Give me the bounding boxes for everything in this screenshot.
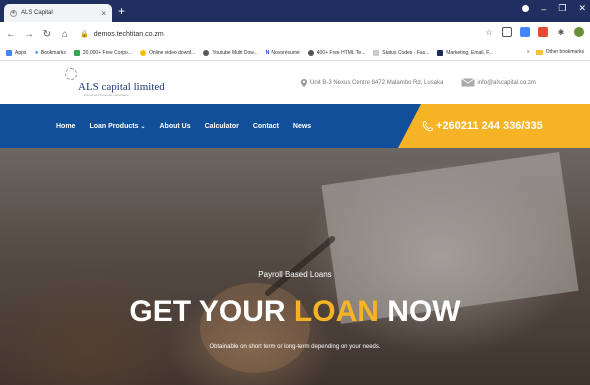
- site-header: ALS capital limited Payroll and Financia…: [0, 61, 590, 104]
- hero-title-part2: NOW: [378, 295, 461, 328]
- bookmark-icon: [373, 50, 380, 56]
- minimize-icon[interactable]: –: [541, 4, 546, 14]
- bookmark-item[interactable]: N Novorésumé: [266, 50, 300, 56]
- bookmark-item[interactable]: 400+ Free HTML Te...: [307, 50, 366, 56]
- bookmarks-bar: Apps ★ Bookmarks 20,000+ Free Corpo... O…: [0, 46, 590, 61]
- close-tab-icon[interactable]: ×: [101, 9, 106, 18]
- hero-title-accent: LOAN: [293, 295, 379, 328]
- nav-loan-products-label: Loan Products: [89, 122, 139, 130]
- bookmark-item[interactable]: Youtube Multi Dow...: [203, 50, 258, 56]
- location-pin-icon: [300, 78, 308, 87]
- chevron-down-icon: ⌄: [140, 123, 146, 130]
- nav-contact[interactable]: Contact: [253, 123, 279, 130]
- extension-icon[interactable]: [502, 27, 512, 37]
- nav-home[interactable]: Home: [56, 123, 75, 130]
- bookmark-label: 400+ Free HTML Te...: [316, 50, 366, 56]
- bookmark-label: Youtube Multi Dow...: [212, 50, 258, 56]
- avatar-icon[interactable]: [574, 27, 584, 37]
- address-text: Unit B-3 Nexus Centre 8472 Malambo Rd, L…: [310, 79, 444, 86]
- browser-tab[interactable]: ✳ ALS Capital ×: [4, 4, 112, 22]
- extension-icon[interactable]: [520, 27, 530, 37]
- nav-calculator[interactable]: Calculator: [205, 123, 239, 130]
- profile-icon[interactable]: [522, 5, 530, 12]
- forward-icon[interactable]: →: [24, 29, 34, 40]
- novoresume-icon: N: [265, 50, 270, 56]
- nav-about[interactable]: About Us: [160, 123, 191, 130]
- logo-mark-icon: [65, 68, 77, 80]
- bookmark-star-icon[interactable]: ☆: [484, 27, 494, 37]
- bookmark-item[interactable]: 20,000+ Free Corpo...: [73, 50, 132, 56]
- bookmark-apps[interactable]: Apps: [6, 50, 26, 56]
- bookmark-label: 20,000+ Free Corpo...: [82, 50, 132, 56]
- email-link[interactable]: info@alscapital.co.zm: [477, 80, 535, 86]
- window-controls: – ❐ ✕: [522, 3, 586, 14]
- url-text: demos.techtitan.co.zm: [93, 30, 164, 38]
- nav-items: Home Loan Products ⌄ About Us Calculator…: [56, 104, 325, 148]
- close-window-icon[interactable]: ✕: [578, 3, 586, 14]
- hero-description: Obtainable on short term or long-term de…: [209, 344, 381, 350]
- extensions: ☆ ✱: [484, 27, 584, 37]
- bookmark-item[interactable]: Marketing, Email, F...: [437, 50, 493, 56]
- lock-icon: 🔒: [80, 31, 89, 38]
- bookmark-icon: [73, 50, 80, 56]
- favicon-icon: ✳: [10, 9, 17, 17]
- hero-banner: Payroll Based Loans GET YOUR LOAN NOW Ob…: [0, 148, 590, 385]
- logo-subtitle: Payroll and Financial Consultants: [84, 93, 129, 97]
- home-icon[interactable]: ⌂: [60, 29, 70, 40]
- nav-news[interactable]: News: [293, 123, 311, 130]
- hero-subtitle: Payroll Based Loans: [258, 270, 332, 279]
- hero-title: GET YOUR LOAN NOW: [0, 295, 590, 329]
- contact-info: Unit B-3 Nexus Centre 8472 Malambo Rd, L…: [300, 78, 536, 87]
- apps-icon: [6, 50, 12, 56]
- bookmarks-overflow: » Other bookmarks: [527, 49, 584, 55]
- bookmark-bookmarks[interactable]: ★ Bookmarks: [34, 50, 66, 56]
- tab-bar: ✳ ALS Capital × + – ❐ ✕: [0, 0, 590, 22]
- bookmark-label: Novorésumé: [271, 50, 300, 56]
- phone-banner[interactable]: +260211 244 336/335: [398, 104, 590, 148]
- bookmark-label: Online video downl...: [148, 50, 196, 56]
- site-logo[interactable]: ALS capital limited Payroll and Financia…: [62, 65, 165, 97]
- mail-icon: [461, 78, 476, 87]
- new-tab-button[interactable]: +: [118, 5, 125, 17]
- globe-icon: [203, 50, 210, 56]
- bookmark-icon: [437, 50, 444, 56]
- hero-title-part1: GET YOUR: [129, 295, 294, 328]
- globe-icon: [307, 50, 314, 56]
- star-icon: ★: [34, 50, 39, 56]
- browser-window: ✳ ALS Capital × + – ❐ ✕ ← → ↻ ⌂ 🔒 demos.…: [0, 0, 590, 385]
- more-bookmarks-button[interactable]: »: [527, 49, 530, 55]
- bookmark-label: Marketing, Email, F...: [446, 50, 493, 56]
- logo-text: ALS capital limited: [78, 81, 165, 93]
- puzzle-icon[interactable]: ✱: [556, 27, 566, 37]
- url-field[interactable]: 🔒 demos.techtitan.co.zm: [80, 30, 164, 39]
- nav-loan-products[interactable]: Loan Products ⌄: [89, 123, 145, 130]
- bookmark-item[interactable]: Status Codes - Fas...: [373, 50, 429, 56]
- bookmark-label: Bookmarks: [40, 50, 66, 56]
- bookmark-label: Status Codes - Fas...: [382, 50, 430, 56]
- tab-title: ALS Capital: [21, 10, 53, 16]
- other-bookmarks-button[interactable]: Other bookmarks: [546, 49, 584, 55]
- phone-number: +260211 244 336/335: [436, 120, 543, 132]
- phone-icon: [422, 121, 433, 132]
- reload-icon[interactable]: ↻: [42, 29, 52, 40]
- folder-icon: [535, 49, 543, 55]
- extension-icon[interactable]: [538, 27, 548, 37]
- bookmark-item[interactable]: Online video downl...: [139, 50, 196, 56]
- bookmark-icon: [139, 50, 146, 56]
- bookmark-label: Apps: [15, 50, 27, 56]
- address-bar: ← → ↻ ⌂ 🔒 demos.techtitan.co.zm ☆ ✱: [0, 22, 590, 46]
- back-icon[interactable]: ←: [6, 29, 16, 40]
- maximize-icon[interactable]: ❐: [558, 3, 566, 14]
